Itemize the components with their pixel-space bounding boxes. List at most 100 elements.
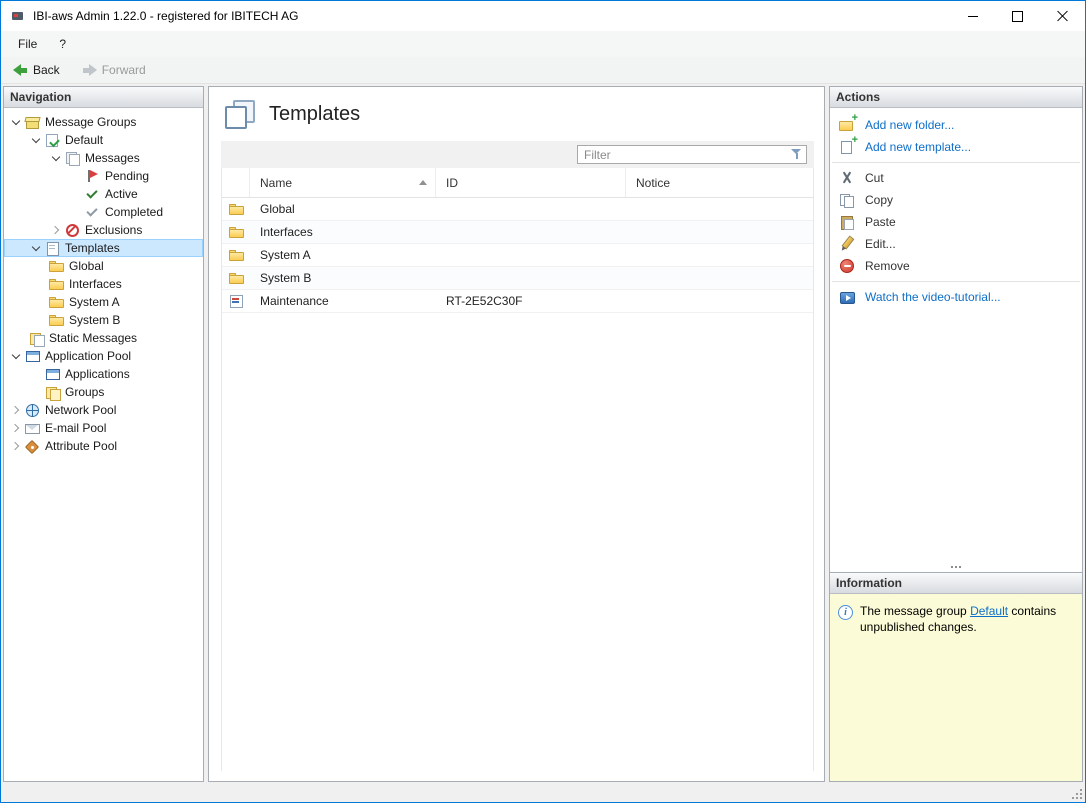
action-remove[interactable]: Remove <box>830 255 1082 277</box>
action-copy[interactable]: Copy <box>830 189 1082 211</box>
tree-item-label: Completed <box>102 205 163 219</box>
action-paste[interactable]: Paste <box>830 211 1082 233</box>
action-label: Paste <box>865 215 896 229</box>
folder-icon <box>228 247 246 263</box>
message-prefix: The message group <box>860 604 970 618</box>
menu-help[interactable]: ? <box>48 33 77 55</box>
templates-table-body: Global Interfaces System A System B Main… <box>222 198 813 313</box>
cut-icon <box>839 170 857 186</box>
tree-item-messages[interactable]: Messages <box>4 149 203 167</box>
tree-chevron-icon[interactable] <box>28 132 44 148</box>
tree-item-application-pool[interactable]: Application Pool <box>4 347 203 365</box>
back-button[interactable]: Back <box>9 61 64 79</box>
table-row-maintenance[interactable]: Maintenance RT-2E52C30F <box>222 290 813 313</box>
tree-item-e-mail-pool[interactable]: E-mail Pool <box>4 419 203 437</box>
tree-item-groups[interactable]: Groups <box>4 383 203 401</box>
actions-splitter[interactable] <box>830 562 1082 571</box>
information-body: The message group Default contains unpub… <box>830 594 1082 781</box>
main-header: Templates <box>209 87 824 139</box>
filter-input[interactable] <box>577 145 807 164</box>
navigation-panel: Navigation Message Groups Default Messag… <box>3 86 204 782</box>
action-cut[interactable]: Cut <box>830 167 1082 189</box>
tree-item-network-pool[interactable]: Network Pool <box>4 401 203 419</box>
actions-list: Add new folder... Add new template... Cu… <box>830 108 1082 308</box>
tree-item-system-a[interactable]: System A <box>4 293 203 311</box>
menu-file[interactable]: File <box>7 33 48 55</box>
tree-item-label: Applications <box>62 367 130 381</box>
edit-icon <box>839 236 857 252</box>
close-button[interactable] <box>1040 1 1085 31</box>
column-header-name[interactable]: Name <box>250 168 436 197</box>
action-watch-the-video-tutorial[interactable]: Watch the video-tutorial... <box>830 286 1082 308</box>
static-messages-icon <box>28 330 46 346</box>
tree-item-applications[interactable]: Applications <box>4 365 203 383</box>
paste-icon <box>839 214 857 230</box>
tree-item-attribute-pool[interactable]: Attribute Pool <box>4 437 203 455</box>
tree-item-message-groups[interactable]: Message Groups <box>4 113 203 131</box>
tree-item-label: Templates <box>62 241 120 255</box>
tree-item-pending[interactable]: Pending <box>4 167 203 185</box>
groups-icon <box>44 384 62 400</box>
default-group-link[interactable]: Default <box>970 604 1008 618</box>
tree-chevron-icon[interactable] <box>28 240 44 256</box>
tree-chevron-icon[interactable] <box>68 204 84 220</box>
tree-item-system-b[interactable]: System B <box>4 311 203 329</box>
tree-chevron-icon[interactable] <box>28 384 44 400</box>
action-add-new-template[interactable]: Add new template... <box>830 136 1082 158</box>
actions-separator <box>832 281 1080 282</box>
table-row-system-b[interactable]: System B <box>222 267 813 290</box>
cell-name: Maintenance <box>250 294 436 308</box>
tree-item-exclusions[interactable]: Exclusions <box>4 221 203 239</box>
tree-item-label: Static Messages <box>46 331 137 345</box>
tree-item-global[interactable]: Global <box>4 257 203 275</box>
table-row-global[interactable]: Global <box>222 198 813 221</box>
filter-funnel-icon[interactable] <box>791 149 802 160</box>
add-template-icon <box>839 139 857 155</box>
tree-chevron-icon[interactable] <box>8 420 24 436</box>
tree-chevron-icon[interactable] <box>8 114 24 130</box>
tree-chevron-icon[interactable] <box>8 402 24 418</box>
resize-grip[interactable] <box>1072 789 1082 799</box>
column-header-icon <box>222 168 250 197</box>
column-header-id[interactable]: ID <box>436 168 626 197</box>
tree-chevron-icon[interactable] <box>8 438 24 454</box>
tree-chevron-icon[interactable] <box>28 366 44 382</box>
folder-icon <box>228 224 246 240</box>
table-row-system-a[interactable]: System A <box>222 244 813 267</box>
action-label: Copy <box>865 193 893 207</box>
messages-icon <box>64 150 82 166</box>
back-label: Back <box>33 63 60 77</box>
templates-page-icon <box>223 99 257 129</box>
video-icon <box>839 289 857 305</box>
tree-item-default[interactable]: Default <box>4 131 203 149</box>
column-header-notice[interactable]: Notice <box>626 168 813 197</box>
action-edit[interactable]: Edit... <box>830 233 1082 255</box>
forward-button[interactable]: Forward <box>78 61 150 79</box>
tree-item-active[interactable]: Active <box>4 185 203 203</box>
maximize-button[interactable] <box>995 1 1040 31</box>
action-label: Add new folder... <box>865 118 954 132</box>
action-add-new-folder[interactable]: Add new folder... <box>830 114 1082 136</box>
right-column: Actions Add new folder... Add new templa… <box>829 86 1083 782</box>
tree-item-label: System A <box>66 295 120 309</box>
tree-item-label: Default <box>62 133 103 147</box>
main-panel: Templates Name ID <box>208 86 825 782</box>
cell-name: System A <box>250 248 436 262</box>
tree-chevron-icon[interactable] <box>68 186 84 202</box>
tree-item-templates[interactable]: Templates <box>4 239 203 257</box>
tree-chevron-icon[interactable] <box>48 222 64 238</box>
tree-chevron-icon[interactable] <box>48 150 64 166</box>
copy-icon <box>839 192 857 208</box>
tree-item-completed[interactable]: Completed <box>4 203 203 221</box>
tree-chevron-icon[interactable] <box>8 348 24 364</box>
tree-chevron-icon[interactable] <box>68 168 84 184</box>
close-icon <box>1057 10 1069 22</box>
folder-icon <box>48 276 66 292</box>
action-label: Cut <box>865 171 884 185</box>
navigation-tree: Message Groups Default Messages Pending … <box>4 108 203 781</box>
tree-item-static-messages[interactable]: Static Messages <box>4 329 203 347</box>
column-header-notice-label: Notice <box>636 176 670 190</box>
minimize-button[interactable] <box>950 1 995 31</box>
tree-item-interfaces[interactable]: Interfaces <box>4 275 203 293</box>
table-row-interfaces[interactable]: Interfaces <box>222 221 813 244</box>
